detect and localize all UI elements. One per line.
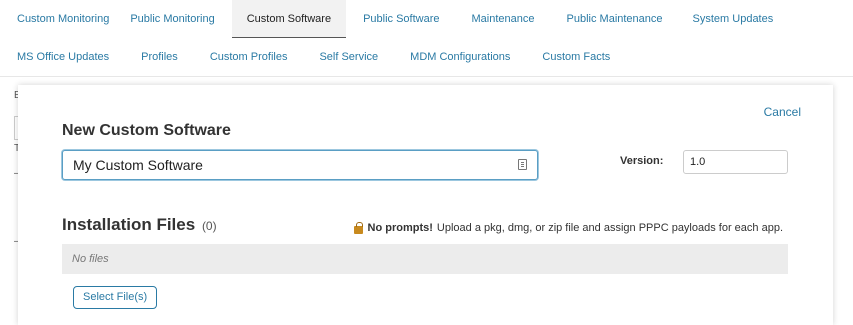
version-input[interactable] — [683, 150, 788, 174]
tab-self-service[interactable]: Self Service — [303, 38, 394, 76]
tab-maintenance[interactable]: Maintenance — [458, 0, 554, 38]
files-list-empty: No files — [62, 244, 788, 274]
tab-public-monitoring[interactable]: Public Monitoring — [126, 0, 231, 38]
tab-public-software[interactable]: Public Software — [346, 0, 457, 38]
tab-bar-primary: Custom Monitoring Public Monitoring Cust… — [0, 0, 783, 38]
tab-profiles[interactable]: Profiles — [125, 38, 194, 76]
lock-icon — [353, 222, 363, 234]
tab-bar-secondary: MS Office Updates Profiles Custom Profil… — [0, 38, 626, 76]
version-label: Version: — [620, 155, 664, 167]
tab-custom-profiles[interactable]: Custom Profiles — [194, 38, 304, 76]
tabs-divider — [0, 76, 853, 77]
select-files-button[interactable]: Select File(s) — [73, 286, 158, 309]
new-custom-software-panel: Cancel New Custom Software Version: Inst… — [18, 85, 833, 325]
no-prompts-note: No prompts! Upload a pkg, dmg, or zip fi… — [353, 222, 783, 234]
tab-custom-monitoring[interactable]: Custom Monitoring — [0, 0, 126, 38]
installation-files-title: Installation Files — [62, 215, 196, 234]
installation-files-count: (0) — [201, 219, 217, 233]
panel-title: New Custom Software — [62, 122, 231, 139]
tab-ms-office-updates[interactable]: MS Office Updates — [0, 38, 125, 76]
software-name-input[interactable] — [62, 150, 538, 180]
tab-system-updates[interactable]: System Updates — [679, 0, 784, 38]
tab-mdm-configurations[interactable]: MDM Configurations — [394, 38, 526, 76]
installation-files-heading: Installation Files (0) — [62, 215, 217, 235]
contact-card-icon[interactable] — [518, 159, 527, 170]
tab-custom-software[interactable]: Custom Software — [231, 0, 347, 38]
tab-custom-facts[interactable]: Custom Facts — [526, 38, 626, 76]
tab-public-maintenance[interactable]: Public Maintenance — [554, 0, 679, 38]
no-prompts-strong: No prompts! — [367, 222, 433, 234]
no-prompts-text: Upload a pkg, dmg, or zip file and assig… — [436, 222, 783, 234]
cancel-link[interactable]: Cancel — [764, 105, 801, 119]
